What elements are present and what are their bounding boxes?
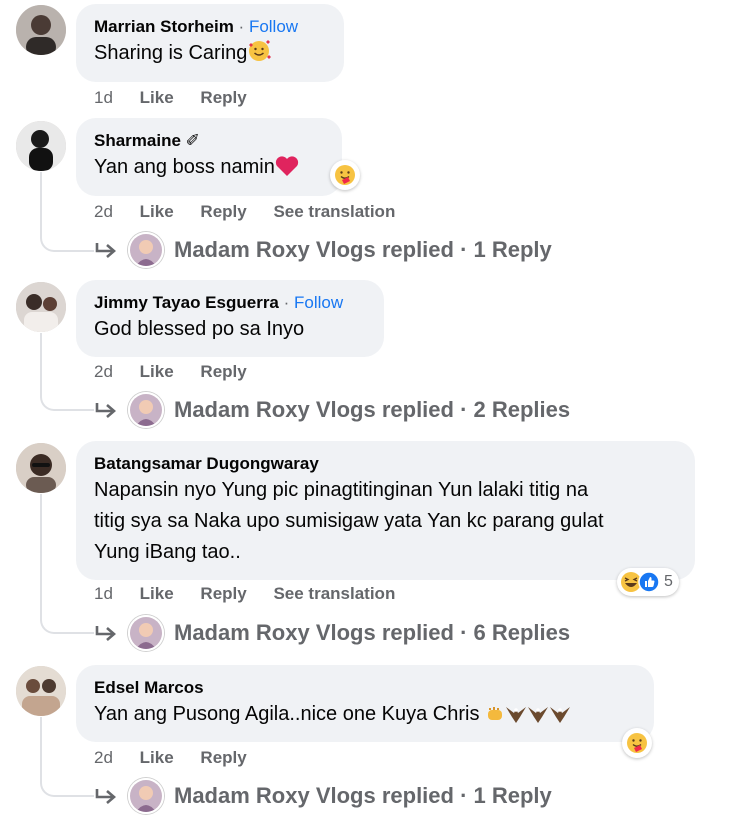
- replies-summary: Madam Roxy Vlogs replied · 2 Replies: [174, 397, 571, 422]
- author-line: Sharmaine ✐: [94, 130, 324, 152]
- comment-text: Sharing is Caring: [94, 42, 248, 64]
- comment-bubble: Edsel Marcos Yan ang Pusong Agila..nice …: [76, 665, 654, 742]
- timestamp[interactable]: 1d: [94, 584, 113, 604]
- eagle-icon: [549, 703, 571, 734]
- see-translation-button[interactable]: See translation: [273, 202, 395, 222]
- avatar-photo-icon: [130, 617, 162, 649]
- comment-bubble: Marrian Storheim · Follow Sharing is Car…: [76, 4, 344, 82]
- view-replies-button[interactable]: Madam Roxy Vlogs replied · 6 Replies: [94, 615, 571, 651]
- fist-icon: [485, 703, 505, 734]
- reply-button[interactable]: Reply: [200, 202, 246, 222]
- author-line: Jimmy Tayao Esguerra · Follow: [94, 292, 366, 314]
- eagle-icon: [527, 703, 549, 734]
- timestamp[interactable]: 1d: [94, 88, 113, 108]
- see-translation-button[interactable]: See translation: [273, 584, 395, 604]
- view-replies-button[interactable]: Madam Roxy Vlogs replied · 2 Replies: [94, 392, 571, 428]
- comment-text: Napansin nyo Yung pic pinagtitinginan Yu…: [94, 479, 604, 563]
- replier-avatar: [128, 778, 164, 814]
- reply-button[interactable]: Reply: [200, 362, 246, 382]
- comment-text: God blessed po sa Inyo: [94, 318, 305, 340]
- avatar[interactable]: [16, 282, 66, 332]
- timestamp[interactable]: 2d: [94, 362, 113, 382]
- comment-actions: 1d Like Reply: [94, 88, 269, 108]
- avatar-photo-icon: [130, 780, 162, 812]
- hug-reaction-icon[interactable]: [622, 728, 652, 758]
- comment-text: Yan ang boss namin: [94, 156, 275, 178]
- reply-arrow-icon: [95, 789, 116, 804]
- avatar-photo-icon: [16, 443, 66, 493]
- comment-text-line: Yan ang Pusong Agila..nice one Kuya Chri…: [94, 699, 636, 734]
- comment-actions: 2d Like Reply See translation: [94, 202, 417, 222]
- comment-bubble: Jimmy Tayao Esguerra · Follow God blesse…: [76, 280, 384, 357]
- comment-bubble: Batangsamar Dugongwaray Napansin nyo Yun…: [76, 441, 695, 580]
- timestamp[interactable]: 2d: [94, 748, 113, 768]
- avatar-photo-icon: [16, 5, 66, 55]
- comment-text: Yan ang Pusong Agila..nice one Kuya Chri…: [94, 703, 480, 725]
- author-name[interactable]: Batangsamar Dugongwaray: [94, 453, 677, 475]
- comment-bubble: Sharmaine ✐ Yan ang boss namin: [76, 118, 342, 196]
- separator-dot: ·: [283, 293, 295, 312]
- avatar-photo-icon: [16, 282, 66, 332]
- red-heart-icon: [275, 155, 299, 187]
- hug-reaction-icon[interactable]: [330, 160, 360, 190]
- comment-text-line: Yan ang boss namin: [94, 152, 324, 187]
- author-name[interactable]: Sharmaine: [94, 131, 181, 150]
- follow-button[interactable]: Follow: [249, 17, 298, 36]
- comment-text-line: Sharing is Caring: [94, 38, 326, 73]
- follow-button[interactable]: Follow: [294, 293, 343, 312]
- smiling-face-with-hearts-icon: [247, 39, 272, 73]
- separator-dot: ·: [238, 17, 249, 36]
- author-name[interactable]: Jimmy Tayao Esguerra: [94, 293, 279, 312]
- reply-arrow-icon: [95, 243, 116, 258]
- pen-icon: ✐: [185, 131, 200, 150]
- reaction-summary[interactable]: 5: [617, 568, 679, 596]
- replier-avatar: [128, 615, 164, 651]
- reply-button[interactable]: Reply: [200, 88, 246, 108]
- eagle-icon: [505, 703, 527, 734]
- replier-avatar: [128, 232, 164, 268]
- avatar-photo-icon: [130, 234, 162, 266]
- reply-arrow-icon: [95, 626, 116, 641]
- reply-button[interactable]: Reply: [200, 584, 246, 604]
- replier-avatar: [128, 392, 164, 428]
- avatar[interactable]: [16, 666, 66, 716]
- comment-actions: 1d Like Reply See translation: [94, 584, 417, 604]
- avatar-photo-icon: [16, 666, 66, 716]
- replies-summary: Madam Roxy Vlogs replied · 6 Replies: [174, 620, 571, 645]
- comment-actions: 2d Like Reply: [94, 748, 269, 768]
- like-button[interactable]: Like: [140, 88, 174, 108]
- avatar[interactable]: [16, 443, 66, 493]
- author-name[interactable]: Marrian Storheim: [94, 17, 234, 36]
- like-reaction-icon: [638, 571, 660, 593]
- like-button[interactable]: Like: [140, 362, 174, 382]
- comment-actions: 2d Like Reply: [94, 362, 269, 382]
- like-button[interactable]: Like: [140, 202, 174, 222]
- view-replies-button[interactable]: Madam Roxy Vlogs replied · 1 Reply: [94, 778, 552, 814]
- avatar[interactable]: [16, 5, 66, 55]
- replies-summary: Madam Roxy Vlogs replied · 1 Reply: [174, 237, 552, 262]
- avatar-photo-icon: [130, 394, 162, 426]
- author-line: Marrian Storheim · Follow: [94, 16, 326, 38]
- avatar-photo-icon: [16, 121, 66, 171]
- avatar[interactable]: [16, 121, 66, 171]
- like-button[interactable]: Like: [140, 584, 174, 604]
- view-replies-button[interactable]: Madam Roxy Vlogs replied · 1 Reply: [94, 232, 552, 268]
- timestamp[interactable]: 2d: [94, 202, 113, 222]
- reply-arrow-icon: [95, 403, 116, 418]
- like-button[interactable]: Like: [140, 748, 174, 768]
- replies-summary: Madam Roxy Vlogs replied · 1 Reply: [174, 783, 552, 808]
- author-name[interactable]: Edsel Marcos: [94, 677, 636, 699]
- reaction-count: 5: [664, 573, 673, 590]
- reply-button[interactable]: Reply: [200, 748, 246, 768]
